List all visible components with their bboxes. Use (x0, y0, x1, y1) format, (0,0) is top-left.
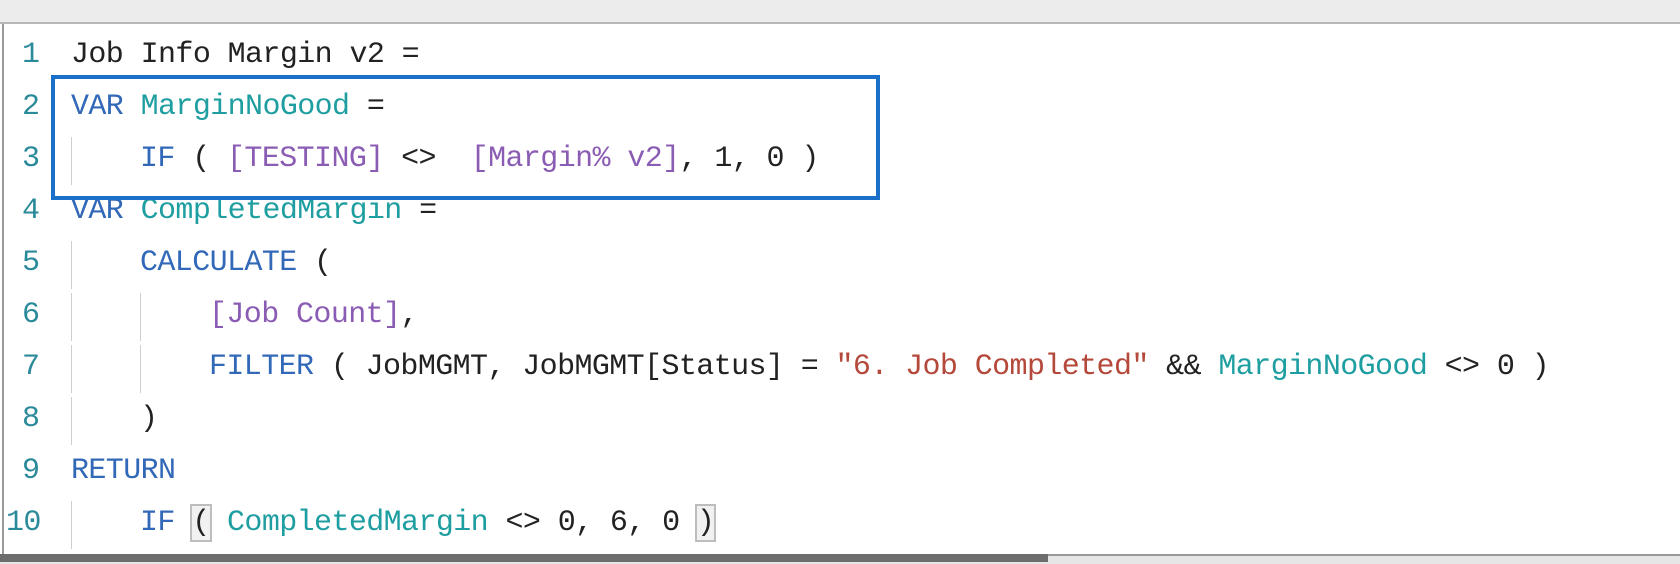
keyword-token: RETURN (71, 454, 176, 488)
code-text: Job Info Margin v2 = (71, 29, 420, 81)
plain-token: <> 0, 6, 0 (488, 506, 697, 540)
code-text: RETURN (71, 445, 176, 497)
line-number: 3 (22, 142, 40, 176)
code-text: [Job Count], (209, 289, 418, 341)
plain-token: ( JobMGMT, JobMGMT[Status] = (313, 350, 836, 384)
indent-guide (71, 501, 72, 549)
line-number: 1 (22, 38, 40, 72)
window-top-bar (0, 0, 1680, 24)
line-number: 4 (22, 194, 40, 228)
indent-guide (140, 345, 141, 393)
keyword-token: CALCULATE (140, 246, 297, 280)
indent-guide (71, 293, 72, 341)
indent-guide (71, 345, 72, 393)
plain-token: , (400, 298, 418, 332)
var-token: CompletedMargin (227, 506, 489, 540)
indent-guide (71, 241, 72, 289)
line-number: 10 (6, 506, 41, 540)
line-number: 8 (22, 402, 40, 436)
plain-token: ) (694, 504, 717, 542)
plain-token: && (1148, 350, 1219, 384)
code-text: FILTER ( JobMGMT, JobMGMT[Status] = "6. … (209, 341, 1550, 393)
highlight-box (51, 75, 880, 200)
plain-token: <> 0 ) (1427, 350, 1550, 384)
str-token: "6. Job Completed" (835, 350, 1150, 384)
line-number: 7 (22, 350, 40, 384)
var-token: MarginNoGood (1218, 350, 1428, 384)
indent-guide (140, 293, 141, 341)
keyword-token: FILTER (209, 350, 314, 384)
line-number: 9 (22, 454, 40, 488)
code-text: CALCULATE ( (140, 237, 332, 289)
keyword-token: IF (140, 506, 175, 540)
plain-token: ( (190, 504, 212, 542)
plain-token: ) (140, 402, 158, 436)
line-number: 5 (22, 246, 40, 280)
plain-token: Job Info Margin v2 = (71, 38, 420, 72)
code-text: IF ( CompletedMargin <> 0, 6, 0 ) (140, 497, 717, 549)
indent-guide (71, 397, 72, 445)
plain-token: ( (296, 246, 332, 280)
meas-token: [Job Count] (209, 298, 401, 332)
code-text: ) (140, 393, 158, 445)
scrollbar-thumb[interactable] (0, 554, 1048, 562)
line-number: 6 (22, 298, 40, 332)
line-number: 2 (22, 90, 40, 124)
